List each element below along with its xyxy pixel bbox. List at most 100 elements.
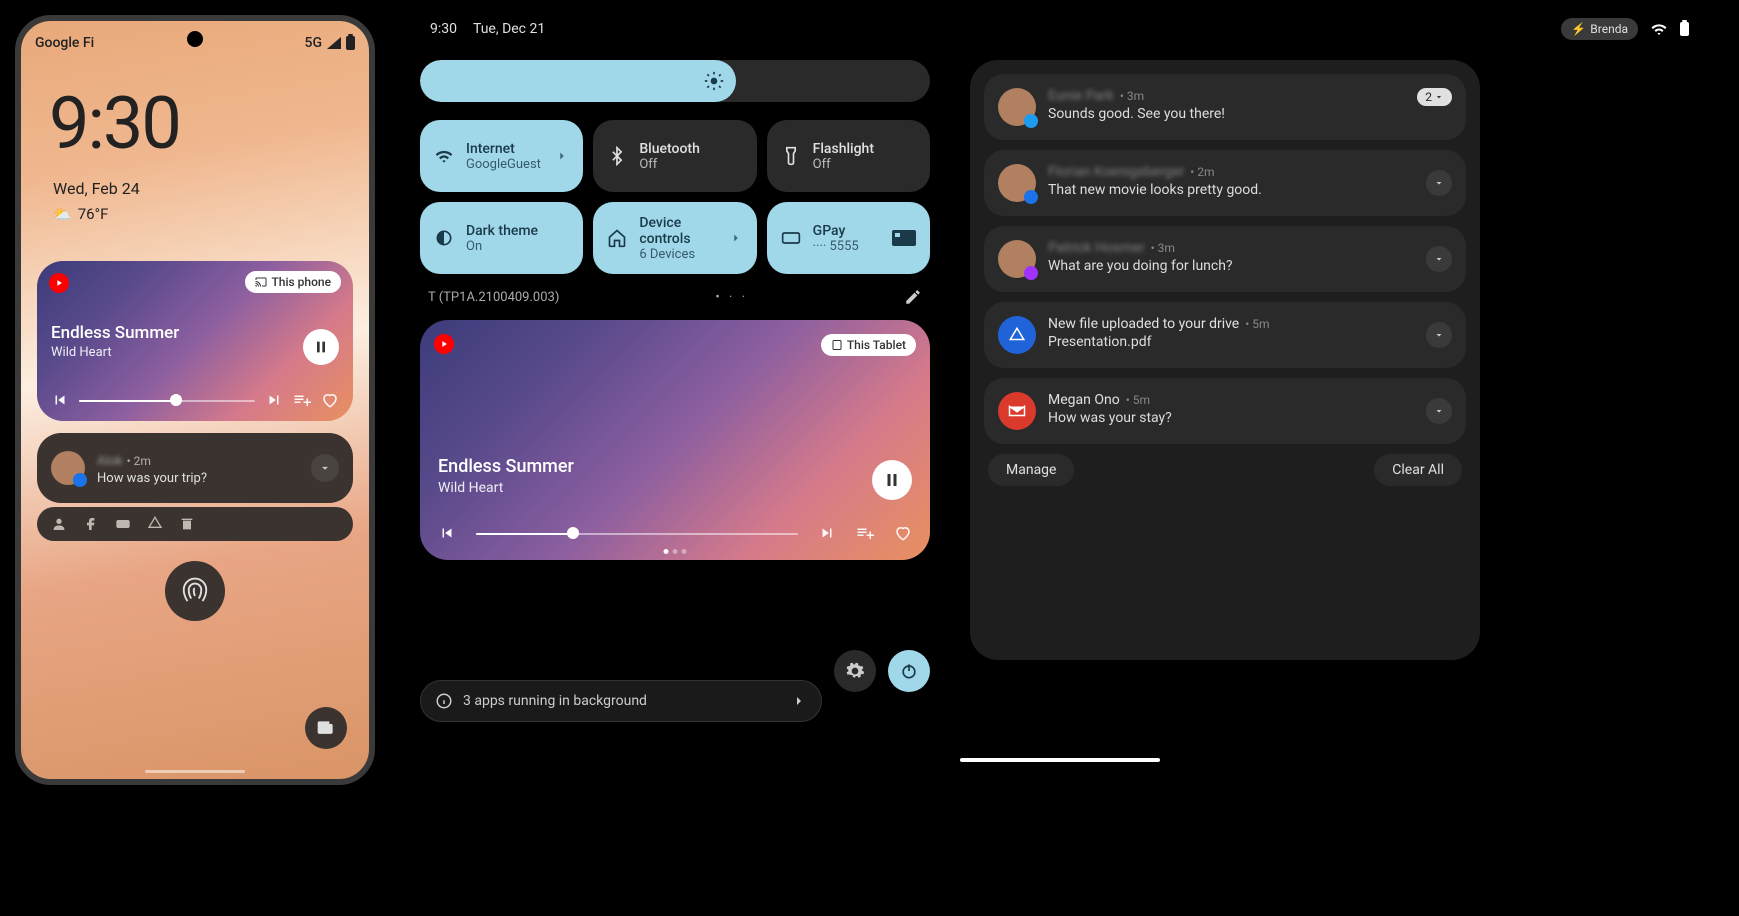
drive-icon bbox=[147, 516, 163, 532]
qs-tile-flashlight[interactable]: FlashlightOff bbox=[767, 120, 930, 192]
notification-row[interactable]: New file uploaded to your drive • 5mPres… bbox=[984, 302, 1466, 368]
power-icon bbox=[899, 661, 919, 681]
sender-name: Florian Koenigsberger bbox=[1048, 164, 1184, 180]
notification-title: Megan Ono bbox=[1048, 392, 1120, 408]
previous-icon[interactable] bbox=[438, 524, 456, 542]
fingerprint-button[interactable] bbox=[165, 561, 225, 621]
cast-chip[interactable]: This phone bbox=[245, 271, 341, 293]
wallet-icon bbox=[316, 718, 336, 738]
chevron-right-icon bbox=[555, 149, 569, 163]
weather-icon: ⛅ bbox=[53, 205, 72, 223]
media-page-dots bbox=[664, 549, 687, 554]
manage-button[interactable]: Manage bbox=[988, 454, 1074, 486]
settings-button[interactable] bbox=[834, 650, 876, 692]
qs-tile-device-controls[interactable]: Device controls6 Devices bbox=[593, 202, 756, 274]
gesture-bar[interactable] bbox=[960, 758, 1160, 762]
media-artist: Wild Heart bbox=[438, 480, 503, 496]
home-icon bbox=[607, 228, 627, 248]
fingerprint-icon bbox=[180, 576, 210, 606]
edit-icon[interactable] bbox=[904, 288, 922, 306]
user-chip[interactable]: ⚡ Brenda bbox=[1561, 18, 1638, 40]
media-card-tablet[interactable]: This Tablet Endless Summer Wild Heart bbox=[420, 320, 930, 560]
media-seek-slider[interactable] bbox=[79, 392, 255, 408]
expand-button[interactable] bbox=[1426, 246, 1452, 272]
lockscreen-date: Wed, Feb 24 bbox=[53, 179, 140, 198]
qs-tile-gpay[interactable]: GPay···· 5555 bbox=[767, 202, 930, 274]
qs-subtitle: 6 Devices bbox=[639, 247, 716, 262]
add-to-playlist-icon[interactable] bbox=[856, 524, 874, 542]
previous-icon[interactable] bbox=[51, 391, 69, 409]
notification-row[interactable]: Patrick Hosmer • 3mWhat are you doing fo… bbox=[984, 226, 1466, 292]
brightness-slider[interactable] bbox=[420, 60, 930, 102]
pause-button[interactable] bbox=[303, 329, 339, 365]
notification-row[interactable]: Florian Koenigsberger • 2mThat new movie… bbox=[984, 150, 1466, 216]
notification-row[interactable]: Eunie Park • 3m Sounds good. See you ther… bbox=[984, 74, 1466, 140]
cast-chip[interactable]: This Tablet bbox=[821, 334, 916, 356]
next-icon[interactable] bbox=[265, 391, 283, 409]
tablet-status-bar: 9:30 Tue, Dec 21 ⚡ Brenda bbox=[420, 18, 1699, 60]
expand-button[interactable] bbox=[1426, 322, 1452, 348]
notification-time: • 3m bbox=[1120, 89, 1144, 103]
lockscreen-clock: 9:30 bbox=[49, 81, 180, 166]
tablet-cast-icon bbox=[831, 339, 843, 351]
twitter-badge-icon bbox=[1024, 114, 1038, 128]
avatar bbox=[51, 451, 85, 485]
next-icon[interactable] bbox=[818, 524, 836, 542]
brightness-icon bbox=[704, 71, 724, 91]
gesture-bar[interactable] bbox=[145, 770, 245, 773]
qs-tile-dark-theme[interactable]: Dark themeOn bbox=[420, 202, 583, 274]
gmail-icon bbox=[998, 392, 1036, 430]
chevron-down-icon bbox=[1433, 177, 1445, 189]
notification-count-badge[interactable]: 2 bbox=[1417, 88, 1452, 106]
heart-icon[interactable] bbox=[894, 524, 912, 542]
media-seek-slider[interactable] bbox=[476, 525, 798, 541]
expand-button[interactable] bbox=[311, 454, 339, 482]
qs-tile-bluetooth[interactable]: BluetoothOff bbox=[593, 120, 756, 192]
chevron-down-icon bbox=[1434, 92, 1444, 102]
notification-time: • 3m bbox=[1151, 241, 1175, 255]
chevron-down-icon bbox=[318, 461, 332, 475]
notification-message: What are you doing for lunch? bbox=[1048, 258, 1452, 274]
media-title: Endless Summer bbox=[51, 323, 179, 343]
notification-icon-strip[interactable] bbox=[37, 507, 353, 541]
notification-title: New file uploaded to your drive bbox=[1048, 316, 1239, 332]
background-apps-row[interactable]: 3 apps running in background bbox=[420, 680, 822, 722]
sender-name: Eunie Park bbox=[1048, 88, 1114, 104]
flashlight-icon bbox=[781, 146, 801, 166]
tablet-clock: 9:30 bbox=[430, 21, 457, 37]
youtube-music-icon bbox=[49, 273, 69, 293]
phone-status-bar: Google Fi 5G bbox=[21, 35, 369, 51]
info-icon bbox=[435, 692, 453, 710]
add-to-playlist-icon[interactable] bbox=[293, 391, 311, 409]
pause-button[interactable] bbox=[872, 460, 912, 500]
notification-time: • 5m bbox=[1126, 393, 1150, 407]
heart-icon[interactable] bbox=[321, 391, 339, 409]
qs-tile-internet[interactable]: InternetGoogleGuest bbox=[420, 120, 583, 192]
notification-row[interactable]: Megan Ono • 5mHow was your stay? bbox=[984, 378, 1466, 444]
notification-message: Sounds good. See you there! bbox=[1048, 106, 1452, 122]
avatar bbox=[998, 240, 1036, 278]
qs-title: Dark theme bbox=[466, 223, 569, 239]
chevron-down-icon bbox=[1433, 405, 1445, 417]
avatar bbox=[998, 88, 1036, 126]
carrier-label: Google Fi bbox=[35, 35, 94, 51]
pause-icon bbox=[313, 339, 329, 355]
media-card-phone[interactable]: This phone Endless Summer Wild Heart bbox=[37, 261, 353, 421]
chevron-down-icon bbox=[1433, 253, 1445, 265]
build-label: T (TP1A.2100409.003) bbox=[428, 290, 559, 305]
chevron-right-icon bbox=[729, 231, 743, 245]
expand-button[interactable] bbox=[1426, 170, 1452, 196]
chevron-down-icon bbox=[1433, 329, 1445, 341]
power-button[interactable] bbox=[888, 650, 930, 692]
notification-card[interactable]: Alok • 2m How was your trip? bbox=[37, 433, 353, 503]
weather-temp: 76°F bbox=[78, 205, 109, 223]
expand-button[interactable] bbox=[1426, 398, 1452, 424]
page-indicator: • · · bbox=[715, 290, 748, 305]
pause-icon bbox=[883, 471, 901, 489]
youtube-music-icon bbox=[434, 334, 454, 354]
wallet-button[interactable] bbox=[305, 707, 347, 749]
notification-time: • 5m bbox=[1245, 317, 1269, 331]
cast-icon bbox=[255, 276, 267, 288]
media-title: Endless Summer bbox=[438, 456, 574, 477]
clear-all-button[interactable]: Clear All bbox=[1374, 454, 1462, 486]
